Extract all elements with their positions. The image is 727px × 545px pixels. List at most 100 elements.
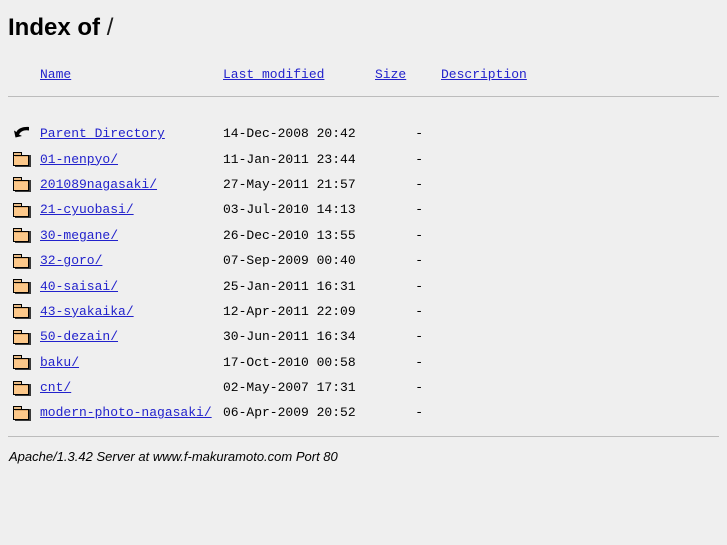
sort-by-description-link[interactable]: Description bbox=[441, 67, 527, 82]
table-row: 30-megane/ 26-Dec-2010 13:55 - bbox=[8, 223, 719, 248]
row-name-cell: modern-photo-nagasaki/ bbox=[40, 400, 223, 425]
folder-icon-wrap bbox=[13, 302, 33, 320]
row-icon-cell bbox=[8, 248, 40, 273]
table-header-row: Name Last modified Size Description bbox=[8, 62, 719, 88]
entry-link[interactable]: baku/ bbox=[40, 355, 79, 370]
sort-by-name-link[interactable]: Name bbox=[40, 67, 71, 82]
header-spacer-row bbox=[8, 99, 719, 121]
page-title-path: / bbox=[106, 14, 114, 41]
row-size-cell: - bbox=[415, 227, 423, 243]
entry-link[interactable]: 201089nagasaki/ bbox=[40, 177, 157, 192]
row-icon-cell bbox=[8, 324, 40, 349]
sort-by-size-link[interactable]: Size bbox=[375, 67, 406, 82]
folder-icon bbox=[13, 304, 31, 320]
row-size-cell: - bbox=[415, 329, 423, 345]
row-description-cell bbox=[423, 146, 719, 171]
row-description-cell bbox=[423, 350, 719, 375]
row-name-cell: 50-dezain/ bbox=[40, 324, 223, 349]
header-description: Description bbox=[423, 62, 719, 88]
row-description-cell bbox=[423, 121, 719, 146]
table-row: Parent Directory 14-Dec-2008 20:42 - bbox=[8, 121, 719, 146]
folder-icon bbox=[13, 152, 31, 168]
folder-icon-wrap bbox=[13, 201, 33, 219]
page-title-prefix: Index of bbox=[8, 14, 101, 41]
row-description-cell bbox=[423, 273, 719, 298]
row-date-cell: 07-Sep-2009 00:40 bbox=[223, 253, 356, 269]
row-description-cell bbox=[423, 172, 719, 197]
table-row: 21-cyuobasi/ 03-Jul-2010 14:13 - bbox=[8, 197, 719, 222]
row-icon-cell bbox=[8, 273, 40, 298]
table-row: 50-dezain/ 30-Jun-2011 16:34 - bbox=[8, 324, 719, 349]
directory-index-page: Index of / Name Last modified Size Descr… bbox=[0, 0, 727, 545]
row-date-cell: 11-Jan-2011 23:44 bbox=[223, 151, 356, 167]
row-size-cell: - bbox=[415, 202, 423, 218]
entry-link[interactable]: 21-cyuobasi/ bbox=[40, 202, 134, 217]
row-description-cell bbox=[423, 324, 719, 349]
row-description-cell bbox=[423, 299, 719, 324]
page-title: Index of / bbox=[8, 8, 719, 42]
row-date-cell: 17-Oct-2010 00:58 bbox=[223, 354, 356, 370]
table-row: 201089nagasaki/ 27-May-2011 21:57 - bbox=[8, 172, 719, 197]
header-rule-cell bbox=[8, 88, 719, 99]
row-date-cell: 12-Apr-2011 22:09 bbox=[223, 303, 356, 319]
folder-icon-wrap bbox=[13, 379, 33, 397]
row-icon-cell bbox=[8, 375, 40, 400]
row-description-cell bbox=[423, 375, 719, 400]
row-date-cell: 02-May-2007 17:31 bbox=[223, 380, 356, 396]
entry-link[interactable]: Parent Directory bbox=[40, 126, 165, 141]
entry-link[interactable]: 50-dezain/ bbox=[40, 329, 118, 344]
entry-link[interactable]: 32-goro/ bbox=[40, 253, 102, 268]
row-icon-cell bbox=[8, 299, 40, 324]
row-size-cell: - bbox=[415, 176, 423, 192]
row-date-cell: 14-Dec-2008 20:42 bbox=[223, 126, 356, 142]
row-date-cell: 03-Jul-2010 14:13 bbox=[223, 202, 356, 218]
row-date-cell: 25-Jan-2011 16:31 bbox=[223, 278, 356, 294]
table-row: modern-photo-nagasaki/ 06-Apr-2009 20:52… bbox=[8, 400, 719, 425]
folder-icon bbox=[13, 228, 31, 244]
folder-icon bbox=[13, 202, 31, 218]
table-row: cnt/ 02-May-2007 17:31 - bbox=[8, 375, 719, 400]
row-icon-cell bbox=[8, 400, 40, 425]
entry-link[interactable]: modern-photo-nagasaki/ bbox=[40, 405, 212, 420]
entry-link[interactable]: cnt/ bbox=[40, 380, 71, 395]
sort-by-date-link[interactable]: Last modified bbox=[223, 67, 324, 82]
row-size-cell: - bbox=[415, 354, 423, 370]
folder-icon-wrap bbox=[13, 150, 33, 168]
row-size-cell: - bbox=[415, 253, 423, 269]
header-horizontal-rule bbox=[8, 95, 719, 97]
entry-link[interactable]: 30-megane/ bbox=[40, 228, 118, 243]
row-date-cell: 30-Jun-2011 16:34 bbox=[223, 329, 356, 345]
folder-icon-wrap bbox=[13, 328, 33, 346]
row-name-cell: 30-megane/ bbox=[40, 223, 223, 248]
row-icon-cell bbox=[8, 223, 40, 248]
folder-icon bbox=[13, 355, 31, 371]
folder-icon bbox=[13, 279, 31, 295]
folder-icon-wrap bbox=[13, 353, 33, 371]
entry-link[interactable]: 43-syakaika/ bbox=[40, 304, 134, 319]
folder-icon-wrap bbox=[13, 252, 33, 270]
header-rule-row bbox=[8, 88, 719, 99]
row-description-cell bbox=[423, 400, 719, 425]
row-icon-cell bbox=[8, 121, 40, 146]
table-row: 01-nenpyo/ 11-Jan-2011 23:44 - bbox=[8, 146, 719, 171]
header-size: Size bbox=[368, 62, 423, 88]
entry-link[interactable]: 01-nenpyo/ bbox=[40, 152, 118, 167]
row-description-cell bbox=[423, 248, 719, 273]
row-description-cell bbox=[423, 223, 719, 248]
entry-link[interactable]: 40-saisai/ bbox=[40, 279, 118, 294]
row-icon-cell bbox=[8, 350, 40, 375]
directory-listing: Name Last modified Size Description Pare… bbox=[8, 62, 719, 465]
header-spacer-cell bbox=[8, 99, 719, 121]
table-row: 43-syakaika/ 12-Apr-2011 22:09 - bbox=[8, 299, 719, 324]
folder-icon bbox=[13, 405, 31, 421]
row-size-cell: - bbox=[415, 126, 423, 142]
row-name-cell: 43-syakaika/ bbox=[40, 299, 223, 324]
row-size-cell: - bbox=[415, 380, 423, 396]
row-name-cell: 40-saisai/ bbox=[40, 273, 223, 298]
table-row: 32-goro/ 07-Sep-2009 00:40 - bbox=[8, 248, 719, 273]
row-size-cell: - bbox=[415, 278, 423, 294]
folder-icon bbox=[13, 380, 31, 396]
folder-icon-wrap bbox=[13, 404, 33, 422]
row-icon-cell bbox=[8, 197, 40, 222]
folder-icon bbox=[13, 253, 31, 269]
